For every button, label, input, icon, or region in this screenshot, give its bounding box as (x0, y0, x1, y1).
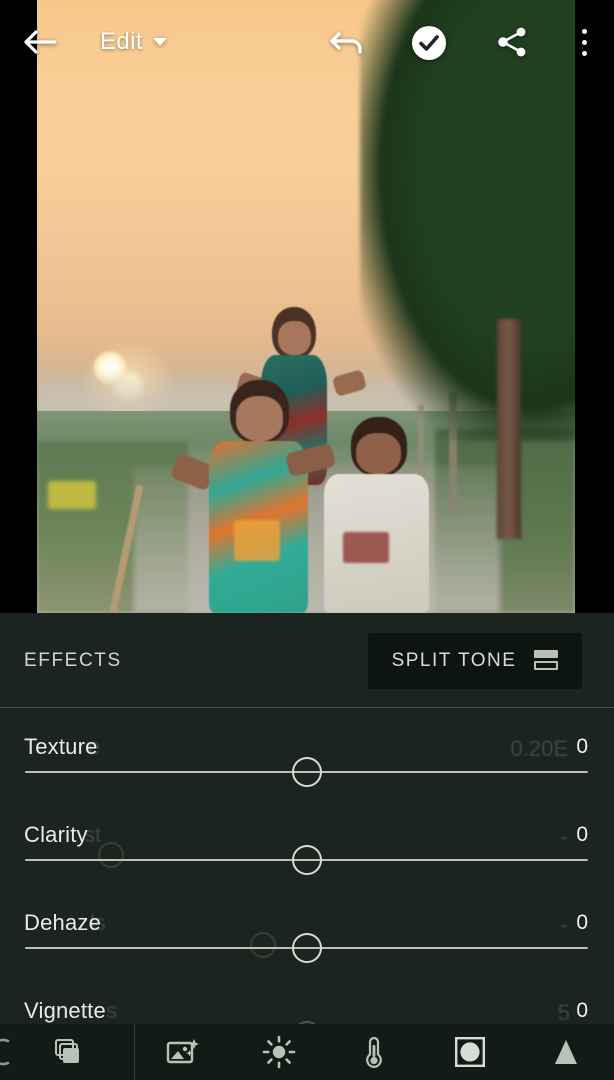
slider-track-clarity[interactable] (25, 845, 588, 875)
split-tone-icon (534, 650, 559, 672)
slider-row-texture: e 0.20E Texture 0 (0, 708, 614, 796)
shirt-print (343, 532, 390, 563)
edit-mode-dropdown[interactable]: Edit (100, 24, 167, 60)
slider-value: 0 (576, 999, 588, 1022)
detail-triangle-icon[interactable] (543, 1029, 589, 1075)
slider-value: 0 (576, 911, 588, 934)
lightroom-editor-screen: Edit EFFECTS SPLIT TONE e 0.20E Texture … (0, 0, 614, 1080)
child-front-left (169, 380, 322, 613)
shirt-print (234, 519, 281, 562)
slider-knob-dehaze[interactable] (291, 933, 322, 963)
face (356, 432, 402, 474)
page-title: Edit (100, 28, 143, 55)
face (235, 396, 284, 441)
body (324, 473, 429, 613)
slider-label: Dehaze (24, 910, 102, 935)
edited-photo[interactable] (37, 0, 575, 613)
share-icon[interactable] (494, 24, 530, 60)
partial-circle-icon[interactable] (0, 1037, 16, 1067)
ghost-value: 5 (557, 1000, 570, 1025)
color-thermometer-icon[interactable] (351, 1029, 397, 1075)
slider-track-dehaze[interactable] (25, 933, 588, 963)
slider-track-texture[interactable] (25, 757, 588, 787)
tree-trunk (497, 318, 522, 540)
presets-section[interactable] (0, 1024, 135, 1080)
ghost-value: 0.20E (510, 736, 569, 761)
ghost-knob (250, 932, 276, 958)
effects-vignette-icon[interactable] (447, 1029, 493, 1075)
slider-value: 0 (576, 735, 588, 758)
yellow-field-patch (47, 481, 97, 509)
face (277, 320, 311, 356)
more-vertical-icon[interactable] (570, 24, 598, 60)
section-title: EFFECTS (24, 650, 122, 671)
split-tone-label: SPLIT TONE (391, 650, 517, 671)
split-tone-button[interactable]: SPLIT TONE (368, 633, 582, 689)
slider-value: 0 (576, 823, 588, 846)
presets-layers-icon[interactable] (44, 1029, 90, 1075)
back-arrow-icon[interactable] (22, 24, 58, 60)
photo-preview-area[interactable] (0, 0, 614, 613)
dot (581, 39, 587, 45)
chevron-down-icon (152, 38, 167, 46)
slider-knob-texture[interactable] (291, 757, 322, 787)
dot (581, 50, 587, 56)
edit-tool-tabs (135, 1024, 614, 1080)
slider-label: Clarity (24, 822, 88, 847)
bottom-toolbar (0, 1024, 614, 1080)
dot (581, 28, 587, 34)
slider-row-dehaze: ls - Dehaze 0 (0, 884, 614, 972)
top-bar: Edit (0, 0, 614, 82)
child-front-right (284, 416, 440, 613)
auto-enhance-image-icon[interactable] (160, 1029, 206, 1075)
ghost-value: - (560, 912, 568, 937)
effects-panel: EFFECTS SPLIT TONE e 0.20E Texture 0 st … (0, 613, 614, 1080)
slider-list: e 0.20E Texture 0 st - Clarity 0 ls - De… (0, 708, 614, 1060)
ghost-value: - (560, 824, 568, 849)
light-sun-icon[interactable] (256, 1029, 302, 1075)
slider-knob-clarity[interactable] (291, 845, 322, 875)
slider-label: Texture (24, 734, 98, 759)
ghost-label: s (106, 998, 117, 1023)
slider-row-clarity: st - Clarity 0 (0, 796, 614, 884)
checkmark-icon[interactable] (410, 24, 448, 62)
panel-header: EFFECTS SPLIT TONE (0, 613, 614, 707)
ghost-knob (98, 842, 124, 868)
slider-label: Vignette (24, 998, 106, 1023)
undo-icon[interactable] (328, 24, 368, 64)
